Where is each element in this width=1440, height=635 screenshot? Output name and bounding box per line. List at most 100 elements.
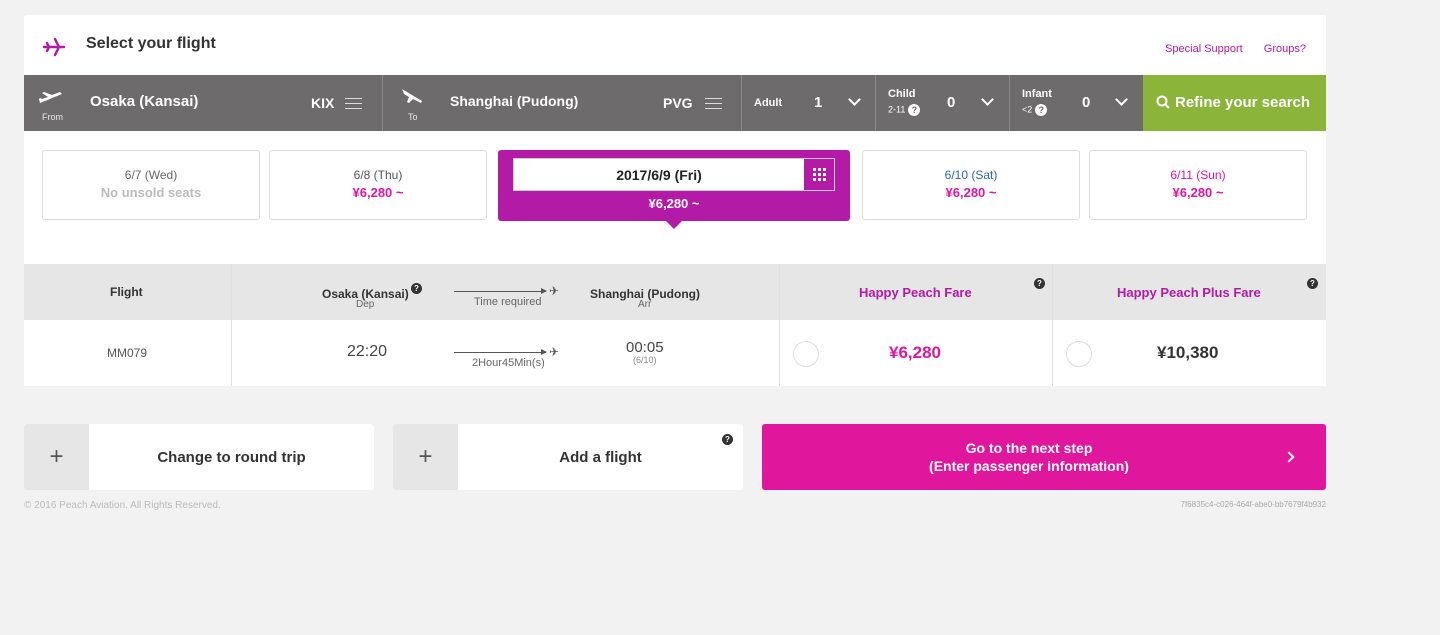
plane-icon (42, 37, 66, 57)
date-tab-date: 6/8 (Thu) (353, 168, 403, 182)
landing-icon (402, 89, 422, 103)
destination-code: PVG (663, 95, 693, 111)
date-tab-date: 6/10 (Sat) (944, 168, 998, 182)
copyright: © 2016 Peach Aviation. All Rights Reserv… (24, 500, 221, 511)
help-icon[interactable]: ? (411, 283, 422, 294)
plus-icon: + (24, 424, 89, 490)
selected-date-price: ¥6,280 ~ (648, 196, 700, 211)
date-tab[interactable]: 6/8 (Thu) ¥6,280 ~ (269, 150, 487, 220)
to-label: To (408, 112, 418, 122)
header-links: Special Support Groups? (1147, 43, 1306, 55)
selected-indicator (666, 221, 682, 229)
route-line (454, 288, 547, 294)
date-tab[interactable]: 6/7 (Wed) No unsold seats (42, 150, 260, 220)
add-flight-label: Add a flight (559, 449, 642, 466)
flight-table-header: Flight Osaka (Kansai) ? Dep ✈ Time requi… (24, 264, 1326, 320)
date-tab-price: ¥6,280 ~ (1172, 185, 1224, 200)
infant-age: <2? (1022, 104, 1048, 116)
help-icon[interactable]: ? (908, 104, 921, 116)
date-tab-price: ¥6,280 ~ (945, 185, 997, 200)
calendar-icon[interactable] (803, 159, 834, 190)
destination-selector[interactable]: To Shanghai (Pudong) PVG (383, 75, 742, 131)
help-icon[interactable]: ? (1035, 104, 1048, 116)
chevron-down-icon (848, 93, 861, 106)
chevron-down-icon (1115, 93, 1128, 106)
special-support-link[interactable]: Special Support (1165, 43, 1243, 55)
menu-icon[interactable] (705, 98, 722, 109)
date-tab-date: 6/11 (Sun) (1170, 168, 1226, 182)
menu-icon[interactable] (345, 98, 362, 109)
arrival-time: 00:05 (626, 339, 664, 356)
child-age-text: 2-11 (888, 104, 906, 115)
from-label: From (42, 112, 63, 122)
infant-count: 0 (1082, 94, 1091, 111)
adult-selector[interactable]: Adult 1 (742, 75, 876, 131)
flight-duration: 2Hour45Min(s) (472, 357, 545, 369)
date-tab[interactable]: 6/11 (Sun) ¥6,280 ~ (1089, 150, 1307, 220)
origin-selector[interactable]: From Osaka (Kansai) KIX (24, 75, 383, 131)
plane-icon: ✈ (549, 284, 560, 298)
column-divider (779, 320, 780, 386)
adult-count: 1 (814, 94, 823, 111)
takeoff-icon (39, 92, 62, 103)
arrival-date: (6/10) (633, 355, 657, 365)
date-tab-price: No unsold seats (100, 185, 202, 200)
refine-label: Refine your search (1175, 94, 1311, 111)
search-icon (1156, 95, 1170, 109)
happy-peach-fare-header: Happy Peach Fare (859, 285, 972, 300)
happy-peach-plus-fare-price: ¥10,380 (1157, 343, 1219, 362)
column-divider (779, 264, 780, 320)
selected-date: 2017/6/9 (Fri) (616, 167, 702, 183)
happy-peach-plus-fare-header: Happy Peach Plus Fare (1117, 285, 1261, 300)
infant-age-text: <2 (1022, 104, 1033, 115)
happy-peach-fare-price: ¥6,280 (889, 343, 941, 362)
next-step-label: Go to the next step (965, 440, 1093, 456)
table-row: MM079 22:20 ✈ 2Hour45Min(s) 00:05 (6/10)… (24, 320, 1326, 386)
date-tab[interactable]: 6/10 (Sat) ¥6,280 ~ (862, 150, 1080, 220)
flight-column-header: Flight (110, 285, 143, 299)
adult-label: Adult (754, 97, 783, 109)
time-required-header: Time required (474, 296, 542, 308)
child-age: 2-11? (888, 104, 921, 116)
next-step-sublabel: (Enter passenger information) (929, 458, 1129, 474)
origin-code: KIX (311, 95, 335, 111)
column-divider (1052, 264, 1053, 320)
next-step-button[interactable]: Go to the next step (Enter passenger inf… (762, 424, 1326, 490)
selected-date-tab[interactable]: 2017/6/9 (Fri) ¥6,280 ~ (498, 150, 850, 229)
help-icon[interactable]: ? (722, 434, 733, 445)
child-count: 0 (947, 94, 956, 111)
change-round-trip-button[interactable]: + Change to round trip (24, 424, 374, 490)
infant-selector[interactable]: Infant <2? 0 (1010, 75, 1143, 131)
plus-icon: + (393, 424, 458, 490)
flight-selection-card: Select your flight Special Support Group… (24, 15, 1326, 386)
help-icon[interactable]: ? (1307, 278, 1318, 289)
departure-time: 22:20 (347, 343, 388, 360)
column-divider (231, 320, 232, 386)
departure-sub: Dep (356, 299, 375, 310)
page-title: Select your flight (86, 35, 216, 52)
refine-search-button[interactable]: Refine your search (1143, 75, 1326, 131)
column-divider (231, 264, 232, 320)
flight-number: MM079 (107, 346, 148, 360)
date-tab-date: 6/7 (Wed) (124, 168, 178, 182)
child-label: Child (888, 88, 916, 100)
arrival-sub: Arr (638, 299, 652, 310)
infant-label: Infant (1022, 88, 1052, 100)
groups-link[interactable]: Groups? (1264, 43, 1306, 55)
child-selector[interactable]: Child 2-11? 0 (876, 75, 1010, 131)
date-tab-price: ¥6,280 ~ (352, 185, 404, 200)
route-line (454, 349, 547, 355)
add-flight-button[interactable]: + Add a flight ? (393, 424, 743, 490)
change-round-trip-label: Change to round trip (157, 449, 306, 466)
fare-radio-happy-peach-plus[interactable] (1066, 341, 1092, 367)
plane-icon: ✈ (549, 345, 560, 359)
destination-city: Shanghai (Pudong) (450, 93, 579, 109)
search-bar: From Osaka (Kansai) KIX To Shanghai (Pud… (24, 75, 1326, 131)
chevron-down-icon (981, 93, 994, 106)
session-id: 7f6835c4-c026-464f-abe0-bb7679f4b932 (1180, 500, 1326, 509)
fare-radio-happy-peach[interactable] (793, 341, 819, 367)
column-divider (1052, 320, 1053, 386)
help-icon[interactable]: ? (1034, 278, 1045, 289)
origin-city: Osaka (Kansai) (90, 93, 199, 110)
date-picker-field[interactable]: 2017/6/9 (Fri) (513, 158, 835, 191)
